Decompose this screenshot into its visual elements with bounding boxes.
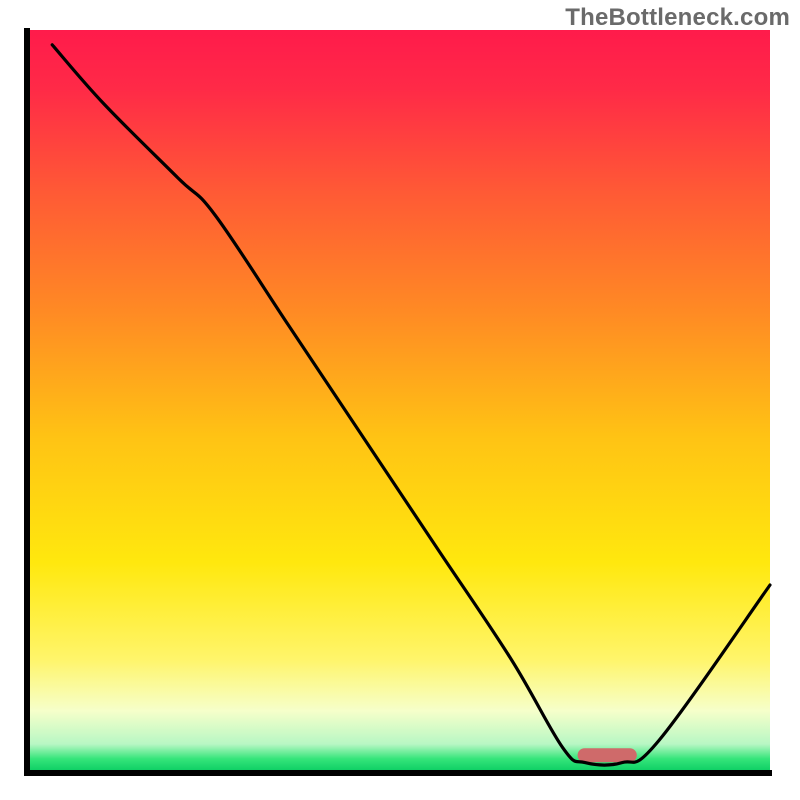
- y-axis: [24, 28, 30, 776]
- chart-stage: TheBottleneck.com: [0, 0, 800, 800]
- x-axis: [24, 770, 772, 776]
- optimal-range-marker: [578, 748, 637, 762]
- bottleneck-chart: [0, 0, 800, 800]
- watermark-text: TheBottleneck.com: [565, 4, 790, 32]
